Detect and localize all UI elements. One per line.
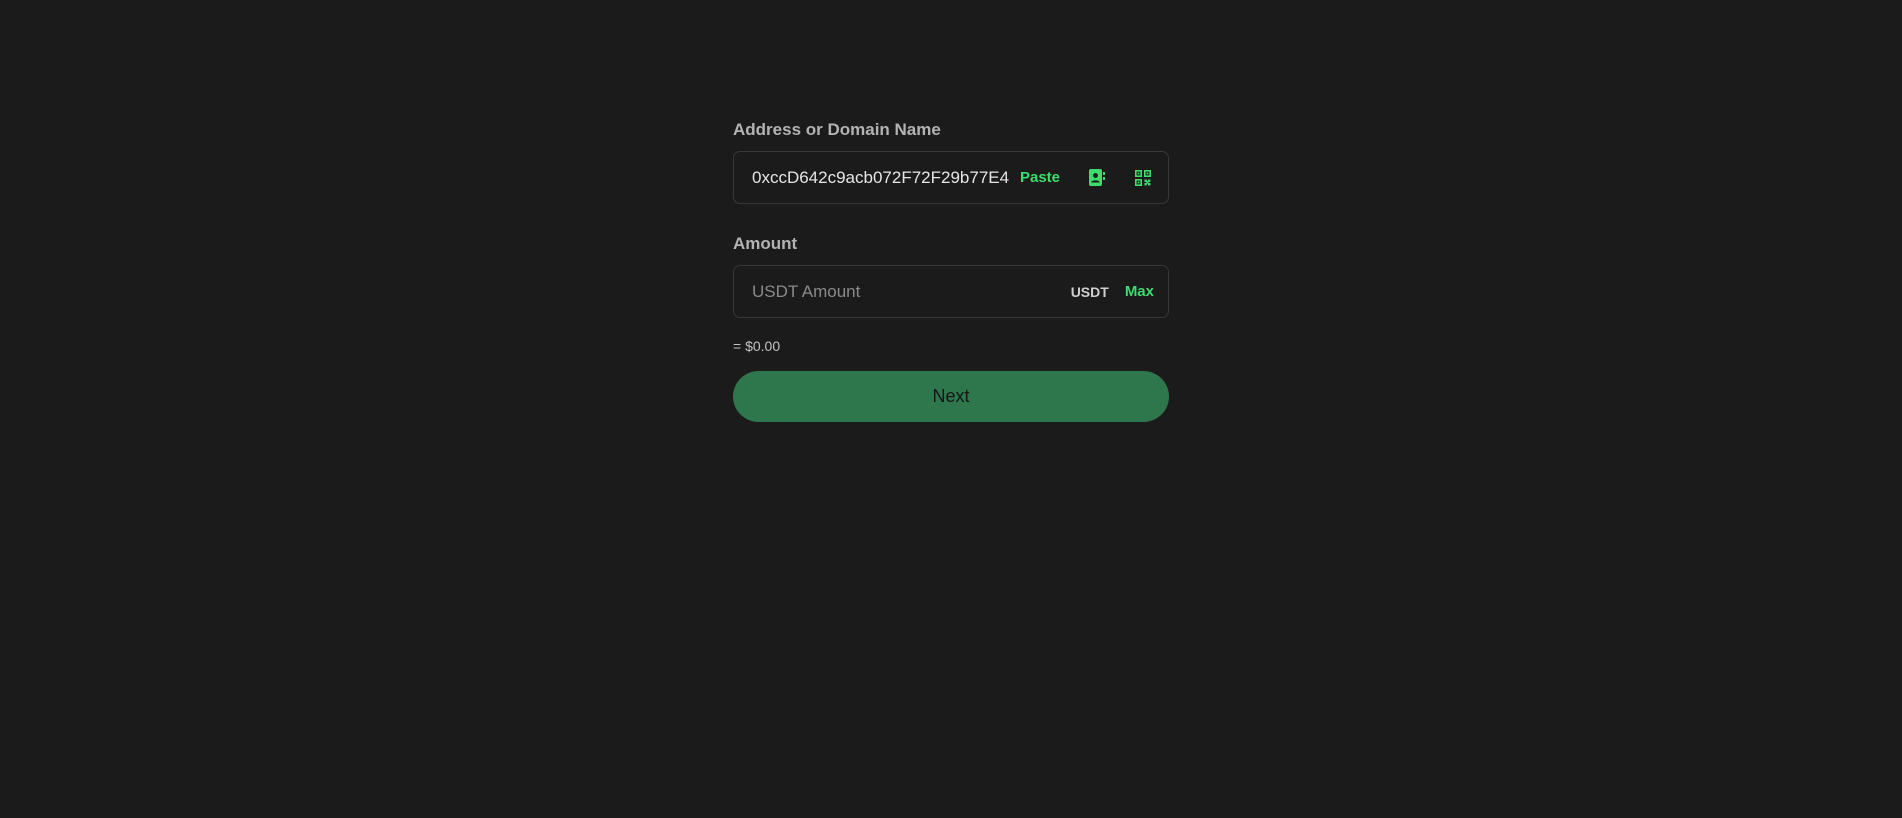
send-form: Address or Domain Name Paste	[733, 118, 1169, 422]
paste-button[interactable]: Paste	[1020, 169, 1060, 186]
amount-label: Amount	[733, 234, 798, 253]
address-field: Paste	[733, 151, 1169, 204]
token-symbol: USDT	[1070, 283, 1109, 300]
address-input[interactable]	[752, 167, 1010, 188]
fiat-value: = $0.00	[733, 338, 781, 354]
address-label: Address or Domain Name	[733, 120, 941, 139]
next-button[interactable]: Next	[733, 371, 1169, 422]
qr-scan-icon[interactable]	[1132, 167, 1154, 189]
address-book-icon[interactable]	[1086, 167, 1108, 189]
max-button[interactable]: Max	[1125, 283, 1154, 300]
amount-input[interactable]	[752, 281, 1071, 302]
amount-section: Amount USDT Max = $0.00	[733, 232, 1169, 355]
amount-field: USDT Max	[733, 265, 1169, 318]
